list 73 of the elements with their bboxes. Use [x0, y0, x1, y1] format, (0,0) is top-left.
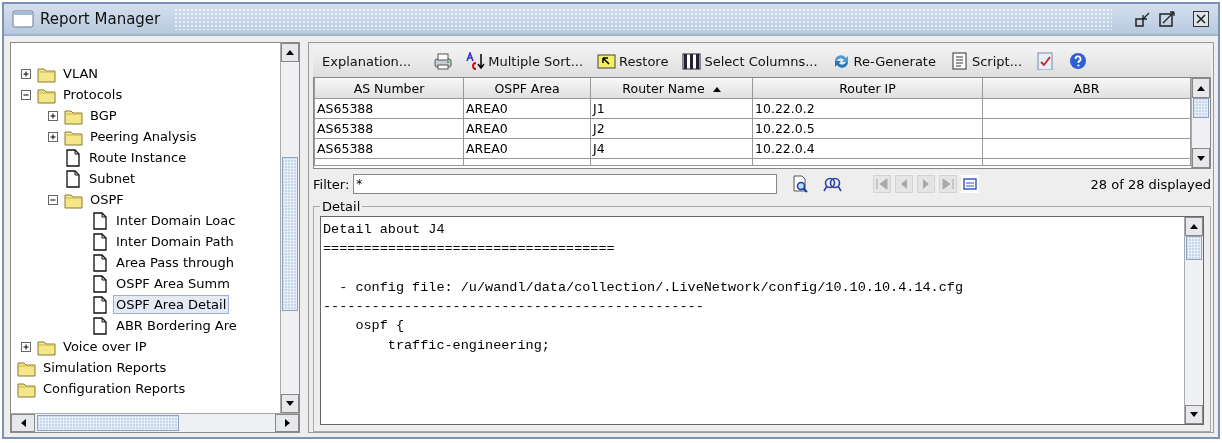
table-cell: AS65388: [314, 118, 464, 139]
table-cell: AS65388: [314, 98, 464, 119]
tree-item[interactable]: Subnet: [86, 169, 139, 188]
tree-item[interactable]: Inter Domain Path: [113, 232, 237, 251]
tree-item[interactable]: Area Pass through: [113, 253, 238, 272]
explanation-button[interactable]: Explanation...: [319, 51, 415, 71]
table-cell: 10.22.0.2: [752, 98, 983, 119]
tree-item[interactable]: Peering Analysis: [87, 127, 200, 146]
scrollbar[interactable]: [280, 43, 299, 413]
tree-item[interactable]: Protocols: [60, 85, 126, 104]
toolbar-button[interactable]: Re-Generate: [828, 50, 939, 72]
list-icon[interactable]: [961, 175, 980, 193]
table-cell: AS65388: [314, 138, 464, 159]
expand-icon[interactable]: [48, 131, 58, 142]
collapse-icon[interactable]: [48, 194, 58, 205]
tree-item[interactable]: Inter Domain Loac: [113, 211, 239, 230]
column-header[interactable]: Router Name: [590, 78, 753, 99]
detail-scrollbar[interactable]: [1184, 217, 1203, 424]
document-icon: [91, 295, 109, 314]
tree-item[interactable]: ABR Bordering Are: [113, 316, 240, 335]
collapse-icon[interactable]: [21, 89, 31, 100]
tree-item[interactable]: OSPF Area Detail: [113, 295, 230, 314]
table-cell: AREA0: [463, 138, 591, 159]
document-icon: [91, 316, 109, 335]
table-scrollbar[interactable]: [1191, 78, 1210, 168]
sort-icon: [466, 52, 486, 70]
binoculars-icon[interactable]: [823, 176, 844, 192]
record-count: 28 of 28 displayed: [1090, 176, 1211, 192]
toolbar-button[interactable]: Restore: [594, 50, 672, 72]
window-icon: [12, 10, 34, 28]
expand-icon[interactable]: [48, 110, 58, 121]
table-cell: AREA0: [463, 98, 591, 119]
document-icon: [64, 169, 82, 188]
table-cell: 10.22.0.4: [752, 138, 983, 159]
tree-item[interactable]: Route Instance: [86, 148, 190, 167]
table-cell: J4: [590, 138, 753, 159]
table-cell: J1: [590, 98, 753, 119]
table-cell: AREA0: [463, 118, 591, 139]
restore-icon[interactable]: [1134, 10, 1152, 28]
toolbar-button[interactable]: Multiple Sort...: [463, 50, 587, 72]
filter-label: Filter:: [313, 176, 350, 192]
horizontal-scrollbar[interactable]: [11, 413, 299, 432]
detail-title: Detail: [321, 199, 362, 214]
tree-item[interactable]: Configuration Reports: [40, 379, 189, 398]
toolbar-button[interactable]: Select Columns...: [679, 50, 821, 72]
column-header[interactable]: OSPF Area: [463, 78, 591, 99]
document-icon: [64, 148, 82, 167]
filter-field[interactable]: *: [353, 174, 778, 194]
column-header[interactable]: ABR: [982, 78, 1191, 99]
tree-item[interactable]: VLAN: [60, 64, 102, 83]
tree-item[interactable]: OSPF Area Summ: [113, 274, 233, 293]
tree-item[interactable]: OSPF: [87, 190, 127, 209]
column-header[interactable]: AS Number: [314, 78, 464, 99]
document-icon: [91, 274, 109, 293]
tree-item[interactable]: Voice over IP: [60, 337, 150, 356]
document-icon: [91, 211, 109, 230]
column-header[interactable]: Router IP: [752, 78, 983, 99]
expand-icon[interactable]: [21, 68, 31, 79]
maximize-icon[interactable]: [1158, 10, 1176, 28]
expand-icon[interactable]: [21, 341, 31, 352]
columns-icon: [682, 52, 702, 70]
window-title: Report Manager: [40, 10, 161, 28]
tree-item[interactable]: Simulation Reports: [40, 358, 170, 377]
table-cell: 10.22.0.5: [752, 118, 983, 139]
document-search-icon[interactable]: [791, 175, 810, 193]
document-lines-icon: [949, 52, 969, 70]
toolbar-button[interactable]: Script...: [946, 50, 1026, 72]
tree-item[interactable]: BGP: [87, 106, 120, 125]
document-icon: [91, 232, 109, 251]
table-cell: J2: [590, 118, 753, 139]
document-icon: [91, 253, 109, 272]
detail-text: Detail about J4 ==================================== - config file: /u/wandl/data/collection/.LiveNetwork/config/10.10.10.4.14.cfg ----------------------------------------------- ospf { traffic-engineering;: [322, 221, 964, 355]
close-icon[interactable]: [1192, 10, 1210, 28]
